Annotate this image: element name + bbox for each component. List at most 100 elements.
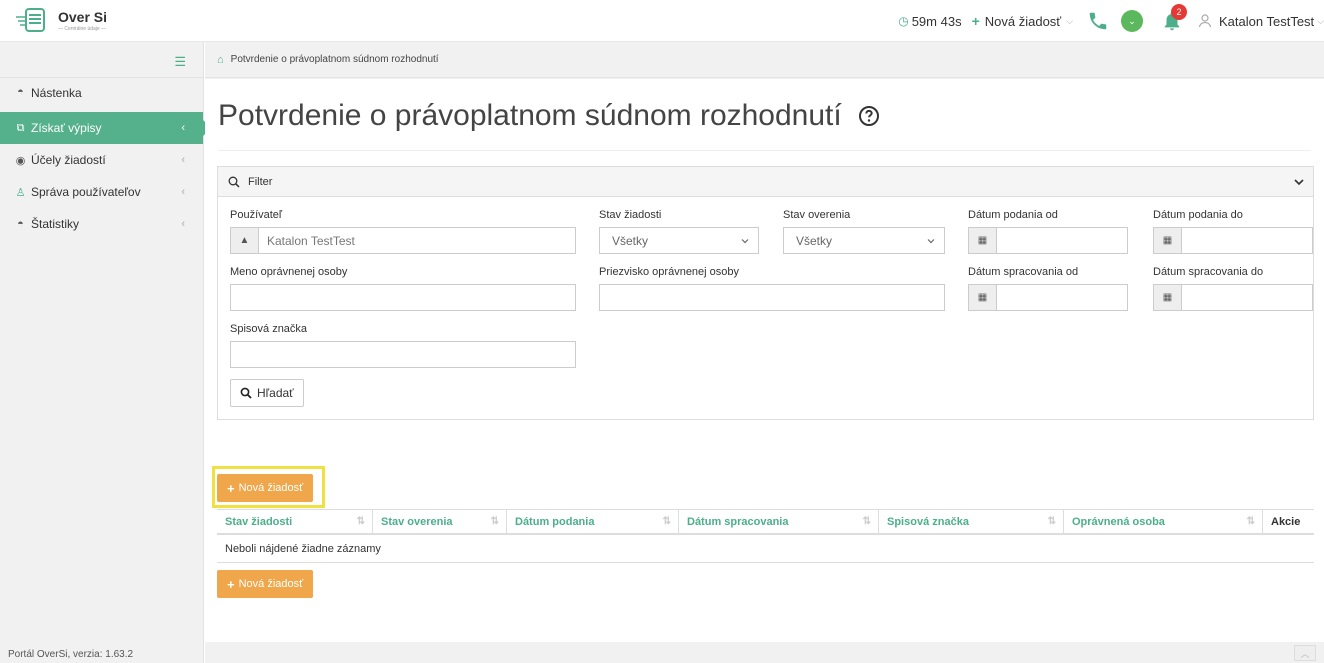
column-verification-status[interactable]: Stav overenia ⇅ [373, 510, 507, 533]
sidebar: ☰ ◓ Nástenka ⧉ Získať výpisy ‹ ◉ Účely ž… [0, 42, 211, 663]
column-request-status[interactable]: Stav žiadosti ⇅ [217, 510, 373, 533]
submitted-from-field[interactable]: ▦ [968, 227, 1128, 254]
chevron-left-icon: ‹ [181, 218, 185, 230]
title-divider [218, 150, 1311, 151]
notifications-button[interactable]: 2 [1161, 4, 1188, 32]
chevron-down-icon[interactable] [1293, 176, 1305, 188]
file-mark-field[interactable] [230, 341, 576, 368]
sidebar-item-label: Získať výpisy [31, 121, 102, 135]
processed-from-field[interactable]: ▦ [968, 284, 1128, 311]
first-name-field[interactable] [230, 284, 576, 311]
new-request-button-bottom[interactable]: + Nová žiadosť [217, 570, 314, 598]
chevron-down-icon: ⌄ [1128, 15, 1136, 26]
sidebar-item-label: Účely žiadostí [31, 153, 106, 167]
session-timer-value: 59m 43s [911, 13, 962, 29]
calendar-icon: ▦ [1154, 285, 1182, 310]
user-field[interactable]: ▲ Katalon TestTest [230, 227, 576, 254]
verification-status-select[interactable]: Všetky [783, 227, 945, 254]
last-name-field[interactable] [599, 284, 945, 311]
app-logo[interactable]: Over Si — Centrálne údaje — [14, 7, 204, 35]
chevron-down-icon [741, 239, 749, 244]
chevron-down-icon [927, 239, 935, 244]
user-icon: ▲ [231, 228, 259, 253]
app-name: Over Si [58, 9, 108, 25]
table-header: Stav žiadosti ⇅ Stav overenia ⇅ Dátum po… [217, 509, 1314, 535]
sidebar-item-get-extracts[interactable]: ⧉ Získať výpisy ‹ [0, 112, 211, 144]
first-name-label: Meno oprávnenej osoby [230, 266, 348, 278]
footer-bar: ︿ [205, 642, 1324, 663]
home-icon[interactable]: ⌂ [217, 54, 224, 66]
filter-title: Filter [248, 175, 273, 188]
search-button-label: Hľadať [257, 386, 294, 400]
chevron-left-icon: ‹ [181, 186, 185, 198]
sidebar-item-statistics[interactable]: ◓ Štatistiky ‹ [0, 208, 203, 240]
filter-panel: Filter Používateľ ▲ Katalon TestTest Sta… [217, 166, 1314, 420]
chevron-down-icon: ⌵ [1317, 15, 1324, 26]
filter-header[interactable]: Filter [218, 167, 1313, 197]
calendar-icon: ▦ [1154, 228, 1182, 253]
column-submitted-date[interactable]: Dátum podania ⇅ [507, 510, 679, 533]
user-menu[interactable]: Katalon TestTest ⌵ [1197, 13, 1324, 29]
chevron-left-icon: ‹ [181, 154, 185, 166]
chevron-up-icon: ︿ [1300, 648, 1310, 659]
search-icon [228, 176, 240, 188]
column-label: Akcie [1271, 515, 1301, 528]
phone-icon[interactable] [1087, 10, 1109, 32]
column-label: Dátum podania [515, 515, 595, 528]
new-request-dropdown[interactable]: + Nová žiadosť ⌵ [972, 13, 1073, 29]
status-toggle-button[interactable]: ⌄ [1121, 10, 1144, 32]
sort-icon: ⇅ [662, 516, 671, 527]
verification-status-label: Stav overenia [783, 209, 851, 221]
column-file-mark[interactable]: Spisová značka ⇅ [879, 510, 1064, 533]
target-icon: ◉ [15, 154, 26, 167]
help-icon[interactable] [858, 105, 880, 127]
content-panel: Potvrdenie o právoplatnom súdnom rozhodn… [205, 79, 1324, 642]
user-field-value: Katalon TestTest [267, 233, 355, 248]
chevron-left-icon: ‹ [181, 122, 185, 134]
clock-icon: ◷ [898, 14, 909, 28]
file-mark-label: Spisová značka [230, 323, 308, 335]
new-request-button-top[interactable]: + Nová žiadosť [217, 474, 314, 502]
scroll-to-top-button[interactable]: ︿ [1294, 645, 1316, 661]
submitted-to-field[interactable]: ▦ [1153, 227, 1313, 254]
results-table: Stav žiadosti ⇅ Stav overenia ⇅ Dátum po… [217, 509, 1314, 563]
copy-icon: ⧉ [16, 121, 25, 134]
sidebar-item-user-management[interactable]: ♙ Správa používateľov ‹ [0, 176, 203, 208]
sort-icon: ⇅ [862, 516, 871, 527]
plus-icon: + [227, 480, 235, 496]
processed-to-label: Dátum spracovania do [1153, 266, 1264, 278]
sidebar-item-label: Správa používateľov [31, 185, 141, 199]
menu-icon[interactable]: ☰ [174, 54, 186, 70]
app-tagline: — Centrálne údaje — [58, 26, 107, 32]
sidebar-item-label: Štatistiky [31, 217, 80, 231]
chevron-down-icon: ⌵ [1066, 15, 1074, 26]
column-label: Stav overenia [381, 515, 453, 528]
breadcrumb: ⌂ Potvrdenie o právoplatnom súdnom rozho… [205, 42, 1324, 78]
user-name: Katalon TestTest [1219, 13, 1315, 29]
last-name-label: Priezvisko oprávnenej osoby [599, 266, 740, 278]
search-icon [240, 387, 252, 399]
column-label: Stav žiadosti [225, 515, 293, 528]
submitted-from-label: Dátum podania od [968, 209, 1058, 221]
dashboard-icon: ◓ [17, 218, 24, 230]
sort-icon: ⇅ [1047, 516, 1056, 527]
column-label: Oprávnená osoba [1072, 515, 1165, 528]
new-request-dropdown-label: Nová žiadosť [984, 13, 1062, 29]
sidebar-item-label: Nástenka [31, 86, 82, 100]
plus-icon: + [227, 576, 235, 592]
column-authorized-person[interactable]: Oprávnená osoba ⇅ [1064, 510, 1263, 533]
column-label: Dátum spracovania [687, 515, 789, 528]
search-button[interactable]: Hľadať [230, 379, 304, 407]
sort-icon: ⇅ [356, 516, 365, 527]
processed-to-field[interactable]: ▦ [1153, 284, 1313, 311]
page-title-text: Potvrdenie o právoplatnom súdnom rozhodn… [218, 99, 842, 132]
sidebar-item-request-purposes[interactable]: ◉ Účely žiadostí ‹ [0, 144, 203, 176]
session-timer: ◷ 59m 43s [898, 14, 961, 29]
sidebar-item-dashboard[interactable]: ◓ Nástenka [0, 78, 203, 112]
column-processed-date[interactable]: Dátum spracovania ⇅ [679, 510, 879, 533]
page-title: Potvrdenie o právoplatnom súdnom rozhodn… [218, 99, 880, 133]
new-request-button-label: Nová žiadosť [238, 482, 304, 494]
submitted-to-label: Dátum podania do [1153, 209, 1243, 221]
request-status-select[interactable]: Všetky [599, 227, 759, 254]
sort-icon: ⇅ [490, 516, 499, 527]
